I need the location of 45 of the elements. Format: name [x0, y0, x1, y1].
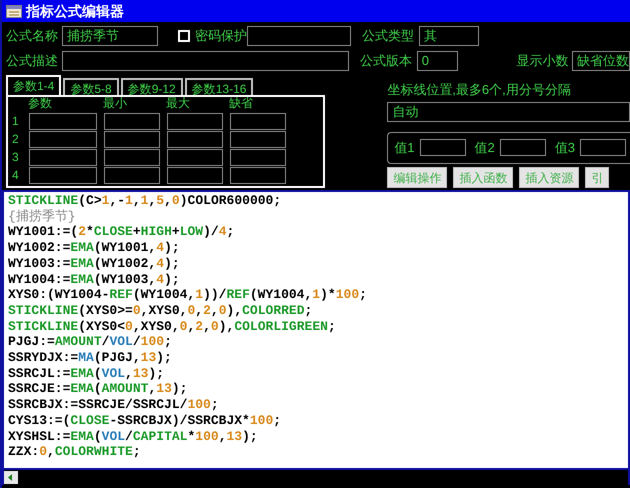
value-label: 值2	[474, 139, 495, 157]
type-field[interactable]: 其	[419, 26, 479, 46]
code-line: CYS13:=(CLOSE-SSRCBJX)/SSRCBJX*100;	[8, 412, 282, 429]
parameter-tab[interactable]: 参数1-4	[6, 75, 62, 95]
password-label: 密码保护	[195, 27, 247, 46]
parameter-tab[interactable]: 参数5-8	[63, 78, 119, 95]
code-line: WY1003:=EMA(WY1002,4);	[8, 256, 180, 272]
version-label: 公式版本	[360, 52, 414, 70]
code-line: SSRCJE:=EMA(AMOUNT,13);	[8, 381, 188, 398]
row-number: 4	[12, 167, 20, 184]
decimals-field[interactable]: 缺省位数	[572, 51, 630, 71]
code-line: WY1001:=(2*CLOSE+HIGH+LOW)/4;	[8, 224, 234, 240]
code-line: XYS0:(WY1004-REF(WY1004,1))/REF(WY1004,1)*100;	[8, 287, 367, 303]
code-line: WY1002:=EMA(WY1001,4);	[8, 240, 180, 256]
window-title: 指标公式编辑器	[26, 2, 124, 20]
column-header: 最小	[103, 95, 128, 112]
version-field[interactable]: 0	[416, 51, 458, 71]
name-label: 公式名称	[6, 27, 59, 46]
type-label: 公式类型	[362, 27, 415, 46]
code-line: STICKLINE(C>1,-1,1,5,0)COLOR600000;	[8, 193, 282, 209]
row-number: 3	[12, 149, 20, 166]
code-line: STICKLINE(XYS0<0,XYS0,0,2,0),COLORLIGREEN;	[8, 318, 336, 334]
column-header: 缺省	[229, 95, 254, 112]
row-number: 1	[12, 113, 20, 130]
axis-field[interactable]: 自动	[387, 102, 630, 122]
axis-label: 坐标线位置,最多6个,用分号分隔	[387, 81, 572, 99]
code-line: XYSHSL:=EMA(VOL/CAPITAL*100,13);	[8, 428, 258, 444]
code-line: {捕捞季节}	[8, 208, 76, 224]
parameter-tab[interactable]: 参数13-16	[184, 78, 254, 95]
name-field[interactable]: 捕捞季节	[62, 26, 158, 46]
decimals-label: 显示小数	[516, 52, 570, 70]
row-number: 2	[12, 131, 20, 148]
value-label: 值3	[554, 139, 575, 157]
value-label: 值1	[394, 139, 415, 157]
code-line: SSRCBJX:=SSRCJE/SSRCJL/100;	[8, 397, 219, 413]
code-line: WY1004:=EMA(WY1003,4);	[8, 272, 180, 288]
column-header: 最大	[166, 95, 191, 112]
parameter-tab[interactable]: 参数9-12	[120, 78, 183, 95]
code-line: SSRCJL:=EMA(VOL,13);	[8, 366, 164, 382]
code-line: ZZX:0,COLORWHITE;	[8, 444, 141, 460]
code-line: SSRYDJX:=MA(PJGJ,13);	[8, 350, 172, 366]
column-header: 参数	[28, 95, 53, 112]
code-line: STICKLINE(XYS0>=0,XYS0,0,2,0),COLORRED;	[8, 302, 312, 319]
code-line: PJGJ:=AMOUNT/VOL/100;	[8, 334, 172, 350]
description-label: 公式描述	[6, 52, 59, 70]
